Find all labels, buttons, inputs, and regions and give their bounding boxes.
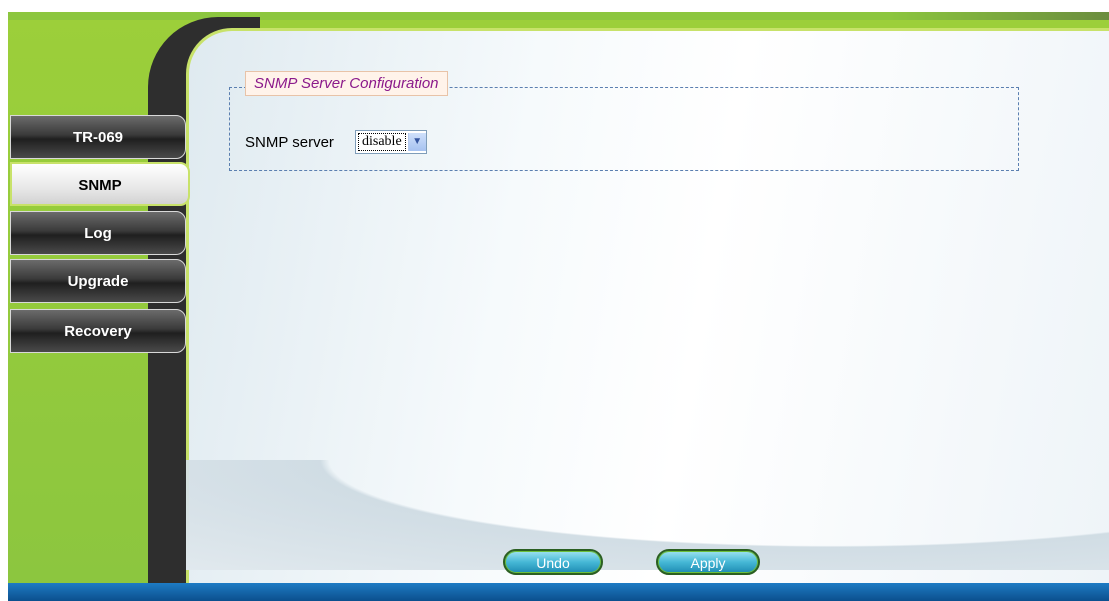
apply-button[interactable]: Apply [656,549,760,575]
snmp-server-select[interactable]: disable ▼ [355,130,427,154]
undo-button[interactable]: Undo [503,549,603,575]
tab-log[interactable]: Log [10,211,186,255]
bottom-bar [8,583,1109,601]
tab-snmp[interactable]: SNMP [10,162,190,206]
tab-recovery[interactable]: Recovery [10,309,186,353]
tab-upgrade[interactable]: Upgrade [10,259,186,303]
snmp-server-label: SNMP server [245,134,334,151]
chevron-down-icon[interactable]: ▼ [407,133,426,151]
snmp-server-value[interactable]: disable [358,133,406,151]
snmp-legend: SNMP Server Configuration [245,71,448,96]
tab-tr-069[interactable]: TR-069 [10,115,186,159]
snmp-fieldset [229,87,1019,171]
frame-top-shade [8,12,1109,20]
